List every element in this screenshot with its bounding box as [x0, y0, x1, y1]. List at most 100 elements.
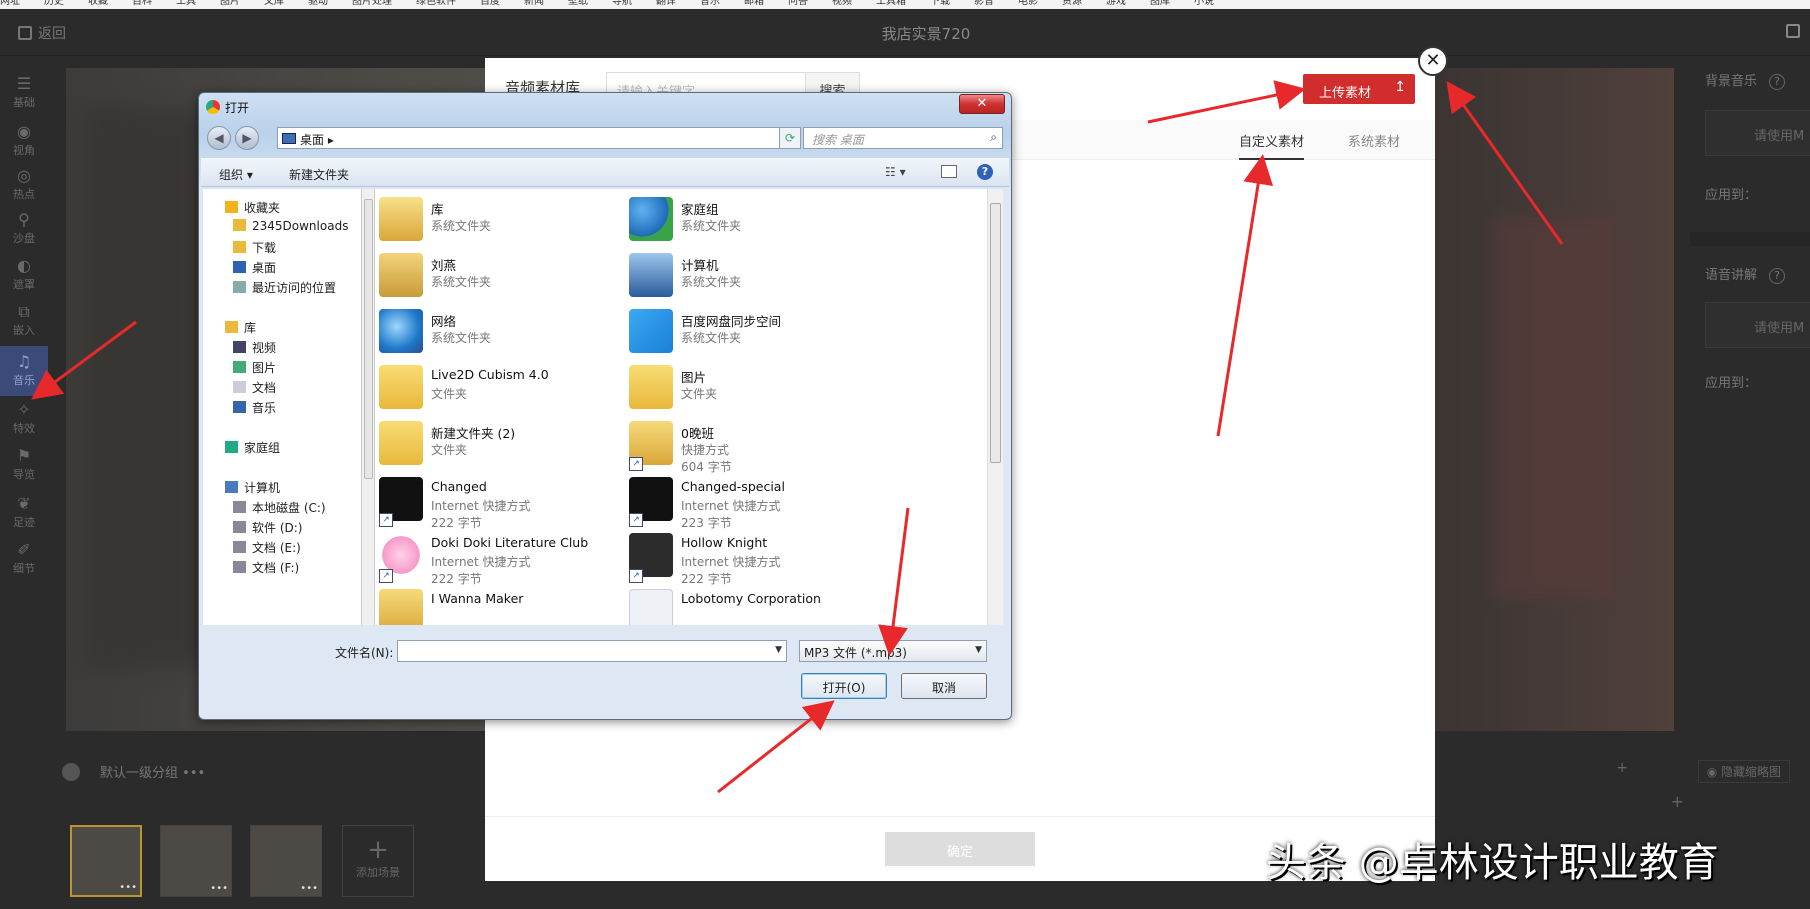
view-options-icon[interactable]: ☷ ▾ [885, 165, 906, 179]
dropdown-icon[interactable]: ▼ [775, 645, 782, 655]
rail-item-guide[interactable]: ⚑ 导览 [0, 440, 48, 490]
rail-item-eye[interactable]: ◉ 视角 [0, 116, 48, 166]
file-item[interactable]: 库系统文件夹 [379, 195, 609, 245]
more-icon[interactable]: ••• [210, 883, 228, 894]
tab-custom-material[interactable]: 自定义素材 [1239, 131, 1305, 160]
rail-item-music[interactable]: ♫ 音乐 [0, 346, 48, 396]
nav-item[interactable]: 下载 [233, 239, 276, 256]
help-icon[interactable]: ? [977, 164, 993, 180]
back-nav-icon[interactable]: ◀ [207, 126, 231, 150]
file-item[interactable]: ↗ Doki Doki Literature Club Internet 快捷方式 2… [379, 531, 609, 586]
dropdown-icon[interactable]: ▼ [975, 645, 982, 655]
help-icon[interactable]: ? [1769, 268, 1786, 284]
bookmark-item[interactable]: 翻译 [656, 0, 676, 7]
rail-item-effect[interactable]: ✧ 特效 [0, 394, 48, 444]
nav-item[interactable]: 计算机 [225, 479, 280, 496]
nav-item[interactable]: 软件 (D:) [233, 519, 302, 536]
bookmark-item[interactable]: 绿色软件 [416, 0, 456, 7]
nav-item[interactable]: 文档 (E:) [233, 539, 301, 556]
bookmark-item[interactable]: 小说 [1194, 0, 1214, 7]
bookmark-item[interactable]: 导航 [612, 0, 632, 7]
file-item[interactable]: 百度网盘同步空间 系统文件夹 [629, 307, 859, 357]
file-item[interactable]: Live2D Cubism 4.0 文件夹 [379, 363, 609, 413]
rail-item-pin[interactable]: ⚲ 沙盘 [0, 204, 48, 254]
rail-item-mask[interactable]: ◐ 遮罩 [0, 250, 48, 300]
nav-item[interactable]: 家庭组 [225, 439, 280, 456]
bookmark-item[interactable]: 视频 [832, 0, 852, 7]
scrollbar-thumb[interactable] [990, 203, 1001, 463]
file-item[interactable]: ↗ Changed Internet 快捷方式 222 字节 [379, 475, 609, 530]
close-icon[interactable]: ✕ [1418, 46, 1448, 76]
scene-thumbnail[interactable]: ••• [250, 825, 322, 897]
more-icon[interactable]: ••• [300, 883, 318, 894]
bookmark-item[interactable]: 驱动 [308, 0, 328, 7]
nav-scrollbar[interactable] [361, 189, 375, 625]
file-item[interactable]: 计算机 系统文件夹 [629, 251, 859, 301]
file-item[interactable]: ↗ Changed-special Internet 快捷方式 223 字节 [629, 475, 859, 530]
bookmark-item[interactable]: 音乐 [700, 0, 720, 7]
file-list-scrollbar[interactable] [987, 189, 1003, 625]
bookmark-item[interactable]: 图库 [1150, 0, 1170, 7]
confirm-button[interactable]: 确定 [885, 832, 1035, 866]
bookmark-item[interactable]: 游戏 [1106, 0, 1126, 7]
tab-system-material[interactable]: 系统素材 [1348, 131, 1400, 158]
help-icon[interactable]: ? [1769, 74, 1786, 90]
nav-item[interactable]: 音乐 [233, 399, 276, 416]
file-item[interactable]: 网络 系统文件夹 [379, 307, 609, 357]
bookmark-item[interactable]: 影音 [974, 0, 994, 7]
scene-thumbnail[interactable]: ••• [70, 825, 142, 897]
plus-icon[interactable]: + [1671, 792, 1684, 811]
nav-item[interactable]: 文档 [233, 379, 276, 396]
add-scene-button[interactable]: + 添加场景 [342, 825, 414, 897]
bg-music-select[interactable]: 请使用M [1705, 110, 1810, 156]
voice-select[interactable]: 请使用M [1705, 302, 1810, 348]
breadcrumb-arrow-icon[interactable]: ▸ [328, 133, 334, 147]
new-folder-button[interactable]: 新建文件夹 [289, 166, 349, 183]
file-item[interactable]: Lobotomy Corporation [629, 587, 859, 625]
nav-item[interactable]: 2345Downloads [233, 219, 348, 233]
rail-item-detail[interactable]: ✐ 细节 [0, 534, 48, 584]
bookmark-item[interactable]: 图片 [220, 0, 240, 7]
plus-icon[interactable]: + [1616, 760, 1628, 776]
file-item[interactable]: 家庭组 系统文件夹 [629, 195, 859, 245]
more-icon[interactable]: ••• [119, 882, 137, 893]
bookmark-item[interactable]: 电影 [1018, 0, 1038, 7]
file-item[interactable]: 刘燕 系统文件夹 [379, 251, 609, 301]
bookmark-item[interactable]: 百度 [480, 0, 500, 7]
bookmark-item[interactable]: 工具箱 [876, 0, 906, 7]
bookmark-item[interactable]: 图片处理 [352, 0, 392, 7]
scene-thumbnail[interactable]: ••• [160, 825, 232, 897]
hide-thumbnails-button[interactable]: ◉ 隐藏缩略图 [1697, 760, 1790, 783]
rail-item-list[interactable]: ☰ 基础 [0, 68, 48, 118]
save-icon[interactable] [1786, 24, 1800, 38]
bookmark-item[interactable]: 网址 [0, 0, 20, 7]
nav-item[interactable]: 图片 [233, 359, 276, 376]
bookmark-item[interactable]: 百科 [132, 0, 152, 7]
group-selector[interactable]: 默认一级分组 ••• [62, 762, 205, 781]
rail-item-embed[interactable]: ⧉ 嵌入 [0, 296, 48, 346]
bookmark-item[interactable]: 壁纸 [568, 0, 588, 7]
search-icon[interactable]: ⌕ [990, 130, 997, 145]
nav-item[interactable]: 桌面 [233, 259, 276, 276]
file-item[interactable]: ↗ Hollow Knight Internet 快捷方式 222 字节 [629, 531, 859, 586]
dialog-search-input[interactable]: 搜索 桌面 ⌕ [803, 127, 1003, 149]
cancel-button[interactable]: 取消 [901, 673, 987, 699]
bookmark-item[interactable]: 历史 [44, 0, 64, 7]
bookmark-item[interactable]: 工具 [176, 0, 196, 7]
rail-item-footprint[interactable]: ❦ 足迹 [0, 488, 48, 538]
filename-input[interactable]: ▼ [397, 640, 787, 662]
preview-pane-icon[interactable] [941, 165, 957, 178]
refresh-icon[interactable]: ⟳ [779, 127, 801, 149]
nav-item[interactable]: 视频 [233, 339, 276, 356]
file-item[interactable]: 图片 文件夹 [629, 363, 859, 413]
bookmark-item[interactable]: 收藏 [88, 0, 108, 7]
upload-material-button[interactable]: 上传素材 ↥ [1303, 74, 1415, 104]
file-item[interactable]: ↗ 0晚班 快捷方式 604 字节 [629, 419, 859, 474]
nav-item[interactable]: 最近访问的位置 [233, 279, 336, 296]
forward-nav-icon[interactable]: ▶ [235, 126, 259, 150]
organize-menu[interactable]: 组织 ▾ [219, 166, 253, 183]
nav-item[interactable]: 本地磁盘 (C:) [233, 499, 326, 516]
nav-item[interactable]: 文档 (F:) [233, 559, 299, 576]
nav-item[interactable]: 收藏夹 [225, 199, 280, 216]
bookmark-item[interactable]: 邮箱 [744, 0, 764, 7]
